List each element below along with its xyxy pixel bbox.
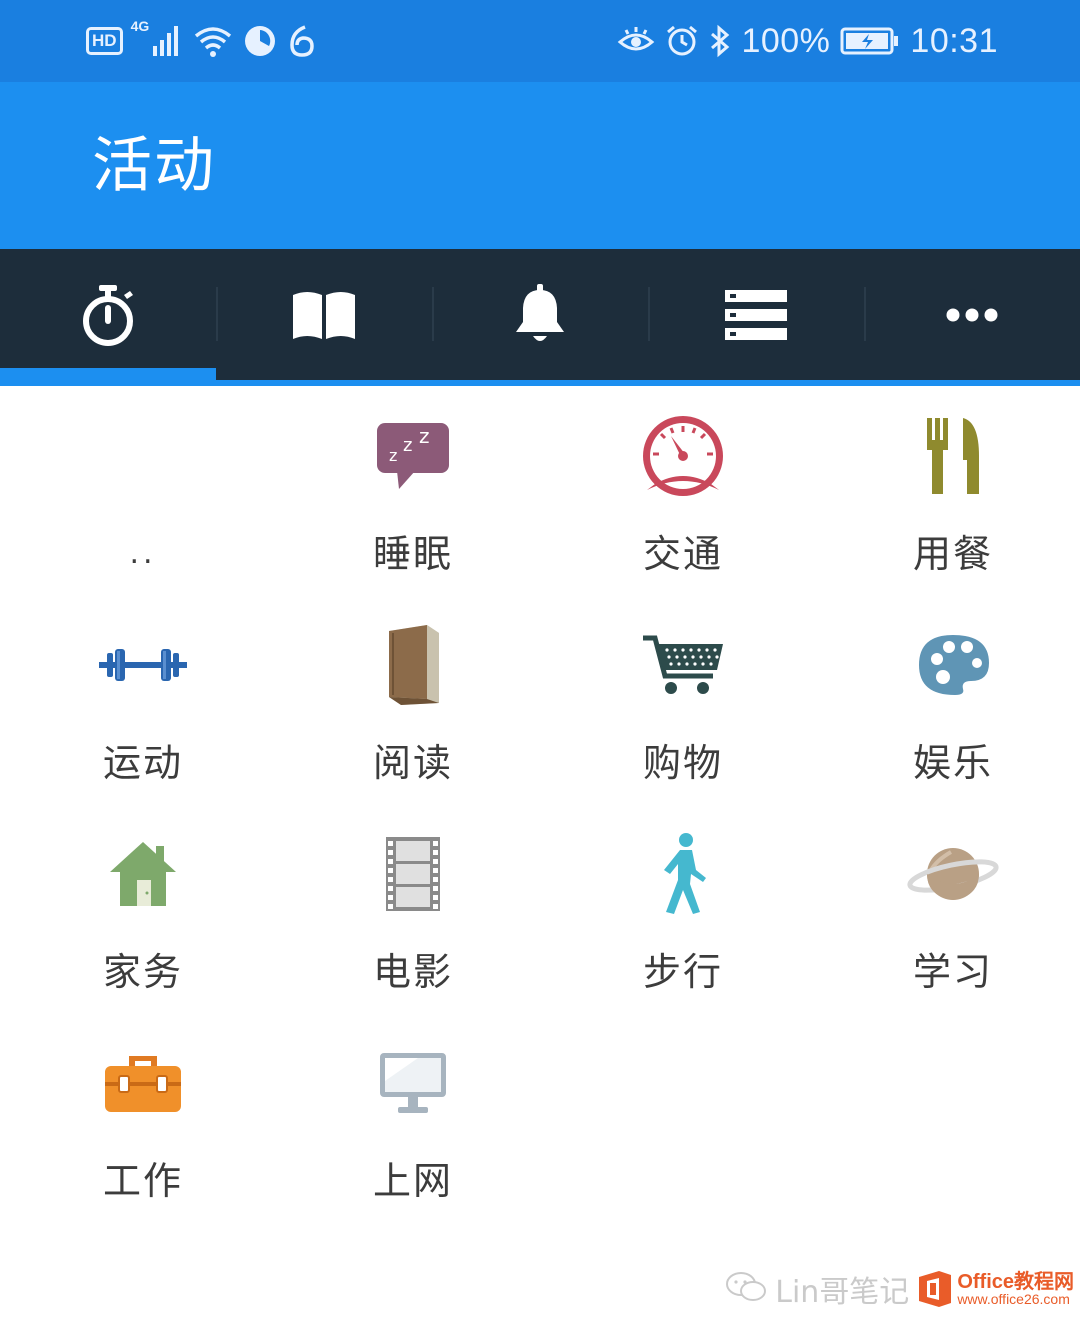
battery-icon xyxy=(840,26,900,56)
svg-text:z: z xyxy=(419,424,430,448)
status-bar: HD 4G 100% 10:31 xyxy=(0,0,1080,82)
bell-icon xyxy=(516,283,564,341)
parent-folder-icon xyxy=(93,404,193,508)
activity-label: 阅读 xyxy=(372,741,453,785)
status-right-group: 100% 10:31 xyxy=(617,20,998,62)
dumbbell-icon xyxy=(93,613,193,717)
clock-time: 10:31 xyxy=(910,21,998,60)
planet-icon xyxy=(903,822,1003,926)
activity-label: 学习 xyxy=(912,950,993,994)
activity-label: .. xyxy=(129,536,157,571)
activity-label: 上网 xyxy=(372,1159,453,1203)
activity-entertainment[interactable]: 娱乐 xyxy=(818,613,1080,822)
activity-sport[interactable]: 运动 xyxy=(8,613,278,822)
film-icon xyxy=(363,822,463,926)
activity-study[interactable]: 学习 xyxy=(818,822,1080,1031)
walker-icon xyxy=(633,822,733,926)
activity-internet[interactable]: 上网 xyxy=(278,1031,548,1240)
battery-percent: 100% xyxy=(741,21,831,60)
office-logo-icon xyxy=(919,1271,952,1307)
speedometer-icon xyxy=(633,404,733,508)
fork-knife-icon xyxy=(903,404,1003,508)
activity-work[interactable]: 工作 xyxy=(8,1031,278,1240)
tab-stopwatch[interactable] xyxy=(0,249,216,380)
watermark: Lin哥笔记 Office教程网 www.office26.com xyxy=(725,1267,1074,1311)
timer-app-icon xyxy=(243,24,277,58)
activity-traffic[interactable]: 交通 xyxy=(548,404,818,613)
office-logo: Office教程网 www.office26.com xyxy=(917,1269,1074,1309)
signal-icon: 4G xyxy=(131,18,183,58)
hd-badge: HD xyxy=(86,27,123,55)
toolbox-icon xyxy=(93,1031,193,1135)
stopwatch-icon xyxy=(83,284,133,346)
activity-walking[interactable]: 步行 xyxy=(548,822,818,1031)
wechat-account-name: Lin哥笔记 xyxy=(775,1275,910,1310)
page-title: 活动 xyxy=(92,131,216,201)
netease-icon xyxy=(287,24,317,58)
bluetooth-icon xyxy=(709,24,731,58)
activity-label: 娱乐 xyxy=(912,741,993,785)
app-bar: 活动 xyxy=(0,82,1080,249)
palette-icon xyxy=(903,613,1003,717)
wifi-icon xyxy=(193,24,233,58)
activity-label: 交通 xyxy=(642,532,723,576)
alarm-icon xyxy=(665,24,699,58)
tab-bar xyxy=(0,249,1080,386)
activity-parent[interactable]: .. xyxy=(8,404,278,613)
activity-label: 电影 xyxy=(372,950,453,994)
office-brand-title: Office教程网 xyxy=(957,1271,1074,1293)
list-icon xyxy=(725,289,787,340)
activity-sleep[interactable]: z z z 睡眠 xyxy=(278,404,548,613)
tab-more[interactable] xyxy=(864,249,1080,380)
tab-list[interactable] xyxy=(648,249,864,380)
activity-reading[interactable]: 阅读 xyxy=(278,613,548,822)
book-icon xyxy=(363,613,463,717)
svg-text:z: z xyxy=(389,446,397,465)
activity-dining[interactable]: 用餐 xyxy=(818,404,1080,613)
svg-text:z: z xyxy=(403,435,412,456)
activity-housework[interactable]: 家务 xyxy=(8,822,278,1031)
activity-label: 用餐 xyxy=(912,532,993,576)
activity-label: 工作 xyxy=(102,1159,183,1203)
sleep-icon: z z z xyxy=(363,404,463,508)
activity-shopping[interactable]: 购物 xyxy=(548,613,818,822)
tab-bell[interactable] xyxy=(432,249,648,380)
status-left-group: HD 4G xyxy=(86,18,317,62)
office-brand-url: www.office26.com xyxy=(957,1291,1070,1307)
cart-icon xyxy=(633,613,733,717)
eye-comfort-icon xyxy=(617,26,655,56)
activity-label: 运动 xyxy=(102,741,183,785)
tab-book[interactable] xyxy=(216,249,432,380)
more-icon xyxy=(946,308,998,321)
book-icon xyxy=(293,291,355,339)
monitor-icon xyxy=(363,1031,463,1135)
wechat-icon xyxy=(725,1271,767,1307)
activity-movie[interactable]: 电影 xyxy=(278,822,548,1031)
activity-grid: .. z z z 睡眠 交通 用餐 运动 阅读 购物 娱乐 家务 电影 步行 学… xyxy=(8,404,1080,1240)
activity-label: 步行 xyxy=(642,950,723,994)
office-brand: Office教程网 www.office26.com xyxy=(957,1272,1074,1306)
active-tab-indicator xyxy=(0,368,216,386)
activity-label: 睡眠 xyxy=(372,532,453,576)
network-type-label: 4G xyxy=(130,18,150,34)
activity-label: 家务 xyxy=(102,950,183,994)
house-icon xyxy=(93,822,193,926)
activity-label: 购物 xyxy=(642,741,723,785)
